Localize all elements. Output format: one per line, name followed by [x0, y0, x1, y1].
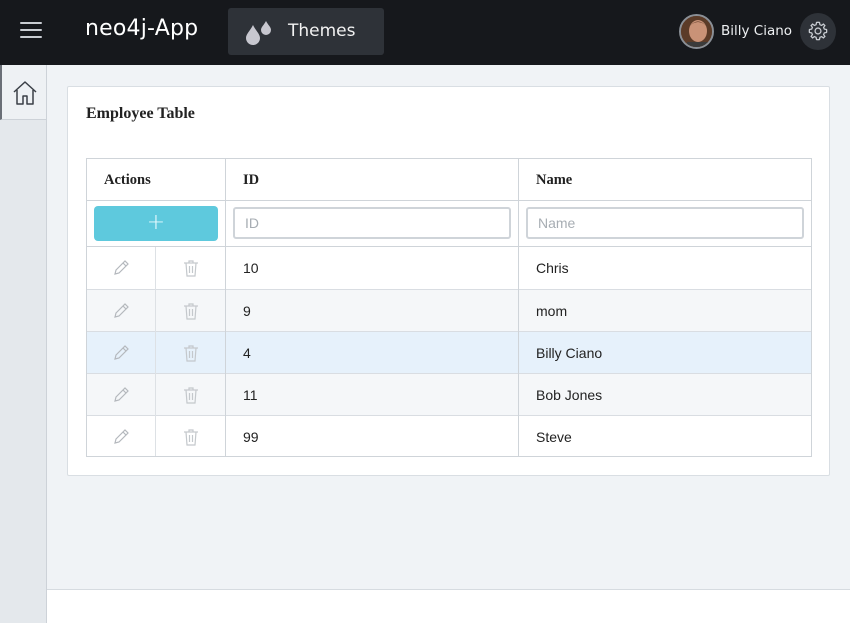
table-row[interactable]: 10 Chris: [87, 247, 811, 289]
app-title: neo4j-App: [85, 16, 199, 41]
edit-icon[interactable]: [111, 258, 131, 278]
edit-icon[interactable]: [111, 343, 131, 363]
trash-icon[interactable]: [181, 343, 201, 363]
row-id: 9: [243, 303, 251, 319]
row-id: 10: [243, 260, 259, 276]
column-header-actions: Actions: [104, 172, 151, 188]
sidebar: [0, 65, 47, 623]
edit-icon[interactable]: [111, 301, 131, 321]
add-employee-button[interactable]: +: [94, 206, 218, 241]
droplets-icon: [246, 21, 271, 45]
themes-label: Themes: [288, 21, 356, 41]
footer: [47, 589, 850, 623]
trash-icon[interactable]: [181, 258, 201, 278]
top-bar: neo4j-App Themes Billy Ciano: [0, 0, 850, 65]
home-icon: [13, 81, 37, 105]
user-name[interactable]: Billy Ciano: [721, 23, 792, 39]
table-row[interactable]: 11 Bob Jones: [87, 374, 811, 416]
themes-button[interactable]: Themes: [228, 8, 384, 55]
row-name: Bob Jones: [536, 387, 603, 403]
table-row[interactable]: 9 mom: [87, 290, 811, 332]
table-row[interactable]: 99 Steve: [87, 416, 811, 458]
row-id: 4: [243, 345, 251, 361]
table-row-selected[interactable]: 4 Billy Ciano: [87, 332, 811, 374]
trash-icon[interactable]: [181, 427, 201, 447]
name-filter-input[interactable]: [526, 207, 804, 239]
row-name: Billy Ciano: [536, 345, 603, 361]
column-header-name[interactable]: Name: [536, 172, 572, 189]
row-name: Steve: [536, 429, 572, 445]
row-id: 11: [243, 387, 258, 403]
employee-table-card: Employee Table Actions ID Name + 10 Chri…: [67, 86, 830, 476]
edit-icon[interactable]: [111, 427, 131, 447]
plus-icon: +: [146, 210, 166, 235]
trash-icon[interactable]: [181, 301, 201, 321]
edit-icon[interactable]: [111, 385, 131, 405]
row-name: Chris: [536, 260, 569, 276]
gear-icon: [808, 21, 828, 41]
hamburger-icon[interactable]: [20, 22, 42, 42]
avatar[interactable]: [679, 14, 714, 49]
row-name: mom: [536, 303, 568, 319]
id-filter-input[interactable]: [233, 207, 511, 239]
employee-table: Actions ID Name + 10 Chris 9 mom 4: [86, 158, 812, 457]
card-title: Employee Table: [86, 105, 195, 122]
row-id: 99: [243, 429, 259, 445]
settings-button[interactable]: [800, 13, 836, 50]
sidebar-item-home[interactable]: [0, 65, 46, 120]
column-header-id[interactable]: ID: [243, 172, 259, 189]
trash-icon[interactable]: [181, 385, 201, 405]
